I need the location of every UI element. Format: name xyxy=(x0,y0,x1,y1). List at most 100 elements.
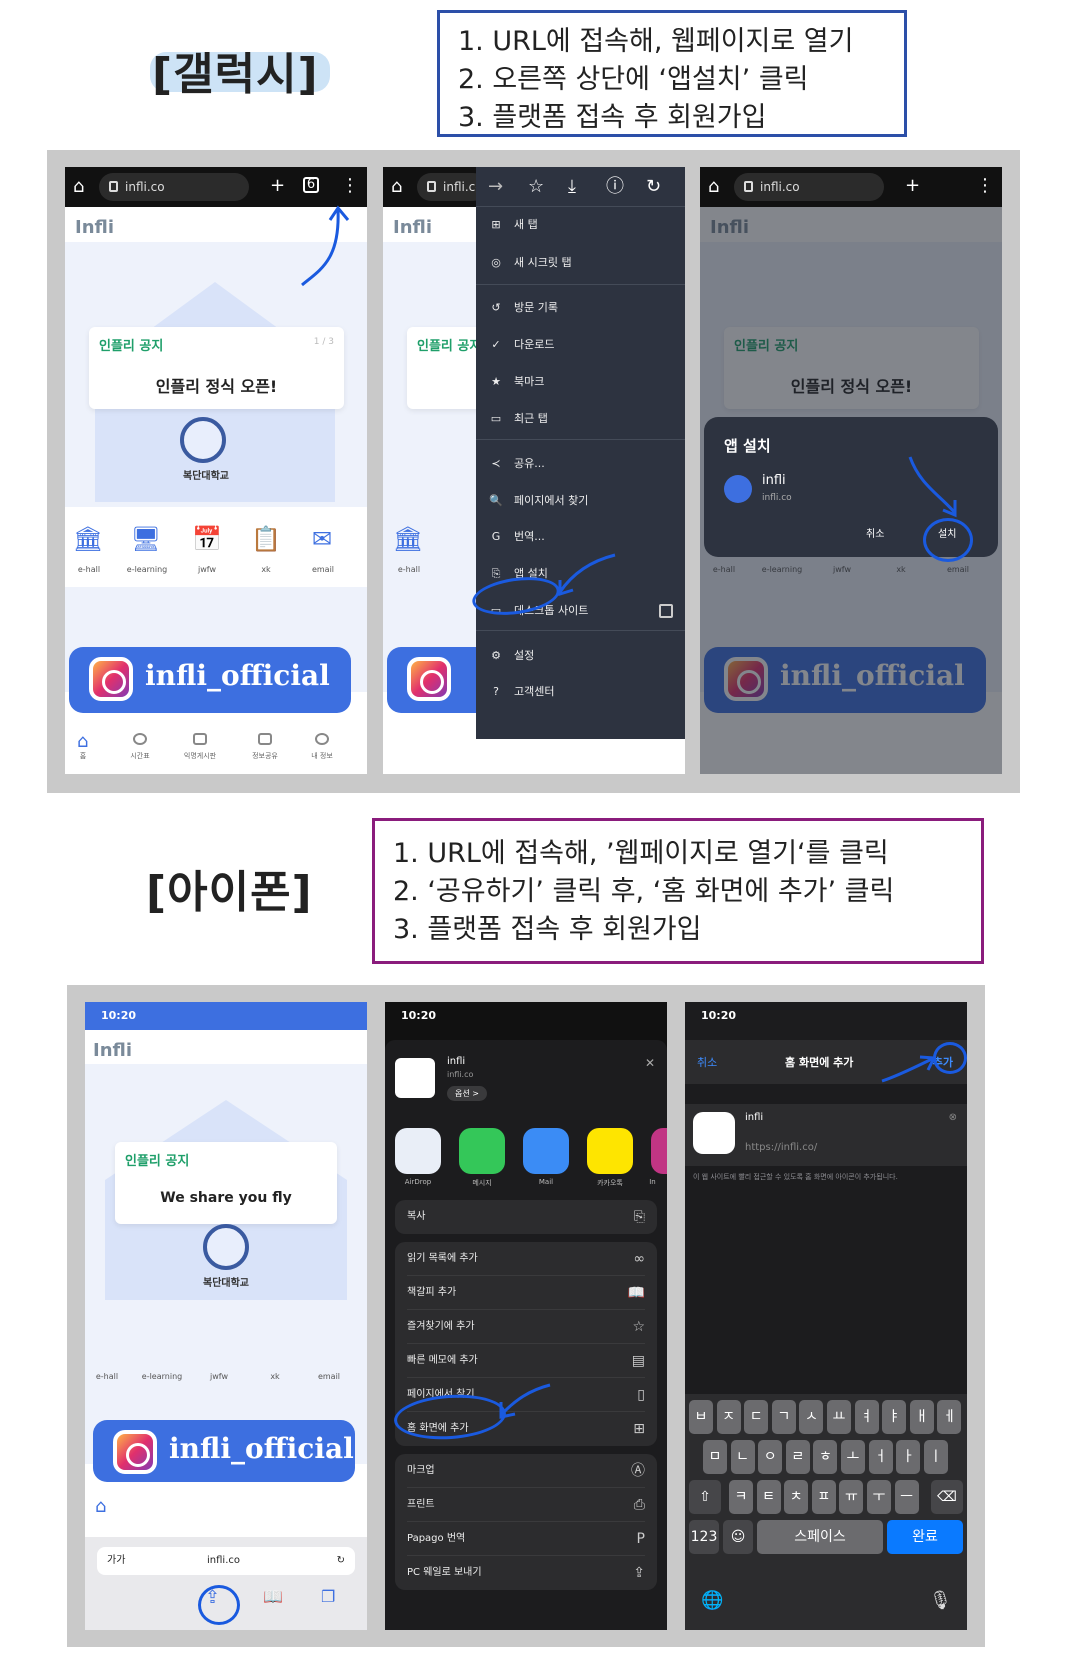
keyboard-key[interactable]: ㅕ xyxy=(854,1400,879,1434)
share-row[interactable]: 빠른 메모에 추가 ▤ xyxy=(407,1344,645,1378)
share-row[interactable]: 읽기 목록에 추가 ∞ xyxy=(407,1242,645,1276)
menu-item[interactable]: ? 고객센터 xyxy=(488,682,554,702)
airdrop-icon[interactable] xyxy=(395,1128,441,1174)
options-button[interactable]: 옵션 > xyxy=(447,1086,487,1101)
copy-action[interactable]: 복사 ⎘ xyxy=(395,1200,657,1234)
keyboard-key[interactable]: ㅏ xyxy=(896,1440,921,1474)
home-icon[interactable]: ⌂ xyxy=(73,177,84,197)
keyboard-key[interactable]: ㅜ xyxy=(867,1480,891,1514)
keyboard-key[interactable]: ㅠ xyxy=(839,1480,864,1514)
keyboard-key[interactable]: ㅂ xyxy=(689,1400,713,1434)
keyboard-key[interactable]: ㅊ xyxy=(784,1480,809,1514)
reload-icon[interactable]: ↻ xyxy=(646,177,661,197)
info-icon[interactable]: ⓘ xyxy=(606,177,624,197)
keyboard-key[interactable]: ㅁ xyxy=(703,1440,727,1474)
email-icon[interactable]: ✉ xyxy=(305,525,339,555)
numbers-key[interactable]: 123 xyxy=(689,1520,719,1554)
keyboard-key[interactable]: ㅗ xyxy=(841,1440,865,1474)
clear-icon[interactable]: ⊗ xyxy=(949,1112,957,1123)
xk-icon[interactable]: 📋 xyxy=(249,525,283,555)
menu-item[interactable]: ⚙ 설정 xyxy=(488,646,534,666)
menu-item[interactable]: ▭ 최근 탭 xyxy=(488,409,548,429)
e-hall-icon[interactable]: 🏛 xyxy=(71,525,105,555)
safari-address-bar[interactable]: 가가 infli.co ↻ xyxy=(97,1547,355,1575)
name-field[interactable]: infli xyxy=(745,1112,763,1123)
backspace-key-icon[interactable]: ⌫ xyxy=(931,1480,963,1514)
info-tab-icon[interactable] xyxy=(258,733,272,745)
microphone-icon[interactable]: 🎙 xyxy=(929,1590,952,1611)
messages-icon[interactable] xyxy=(459,1128,505,1174)
keyboard-key[interactable]: ㅈ xyxy=(716,1400,741,1434)
keyboard-key[interactable]: ㅑ xyxy=(882,1400,907,1434)
menu-item[interactable]: ≺ 공유... xyxy=(488,454,544,474)
profile-tab-icon[interactable] xyxy=(315,733,329,745)
keyboard-key[interactable]: ㅋ xyxy=(729,1480,753,1514)
bookmark-star-icon[interactable]: ☆ xyxy=(528,177,544,197)
bookmarks-icon[interactable]: 📖 xyxy=(263,1587,283,1606)
desktop-site-checkbox[interactable] xyxy=(659,604,673,618)
home-icon[interactable]: ⌂ xyxy=(708,177,719,197)
share-row[interactable]: PC 웨일로 보내기 ⇪ xyxy=(407,1556,645,1590)
keyboard-key[interactable]: ㄷ xyxy=(744,1400,769,1434)
menu-item[interactable]: G 번역... xyxy=(488,527,545,547)
keyboard-key[interactable]: ㄴ xyxy=(730,1440,755,1474)
new-tab-icon[interactable]: + xyxy=(270,176,285,196)
done-key[interactable]: 완료 xyxy=(887,1520,963,1554)
mail-icon[interactable] xyxy=(523,1128,569,1174)
jwfw-icon[interactable]: 📅 xyxy=(190,525,224,555)
share-row[interactable]: 책갈피 추가 📖 xyxy=(407,1276,645,1310)
keyboard-key[interactable]: ㅇ xyxy=(758,1440,783,1474)
url-bar[interactable]: infli.co xyxy=(734,173,884,201)
instagram-banner[interactable]: infli_official xyxy=(93,1420,355,1482)
menu-item[interactable]: ◎ 새 시크릿 탭 xyxy=(488,253,571,273)
menu-item[interactable]: ✓ 다운로드 xyxy=(488,335,554,355)
cancel-button[interactable]: 취소 xyxy=(697,1054,717,1070)
keyboard-key[interactable]: ㅅ xyxy=(799,1400,824,1434)
menu-item[interactable]: ★ 북마크 xyxy=(488,372,544,392)
instagram-banner[interactable]: infli_official xyxy=(69,647,351,713)
menu-item[interactable]: ↺ 방문 기록 xyxy=(488,298,558,318)
menu-item[interactable]: 🔍 페이지에서 찾기 xyxy=(488,491,588,511)
keyboard-key[interactable]: ㅣ xyxy=(923,1440,948,1474)
keyboard-key[interactable]: ㅍ xyxy=(811,1480,836,1514)
e-hall-icon[interactable]: 🏛 xyxy=(391,525,425,555)
space-key[interactable]: 스페이스 xyxy=(757,1520,883,1554)
timetable-tab-icon[interactable] xyxy=(133,733,147,745)
shift-key-icon[interactable]: ⇧ xyxy=(689,1480,721,1514)
globe-icon[interactable]: 🌐 xyxy=(701,1590,723,1611)
reader-aa-button[interactable]: 가가 xyxy=(107,1547,125,1575)
keyboard-key[interactable]: ㅓ xyxy=(868,1440,893,1474)
notice-card[interactable]: 인플리 공지 1 / 3 인플리 정식 오픈! xyxy=(89,327,344,409)
more-menu-icon[interactable]: ⋮ xyxy=(341,176,359,196)
download-icon[interactable]: ⤓ xyxy=(568,177,576,197)
board-tab-icon[interactable] xyxy=(193,733,207,745)
keyboard-key[interactable]: ㅐ xyxy=(909,1400,934,1434)
keyboard-key[interactable]: ㅔ xyxy=(937,1400,962,1434)
tabs-icon[interactable]: ❐ xyxy=(321,1587,335,1606)
home-tab-icon[interactable]: ⌂ xyxy=(95,1496,106,1517)
menu-item[interactable]: ⊞ 새 탭 xyxy=(488,215,537,235)
e-learning-icon[interactable]: 🖥 xyxy=(129,525,163,555)
new-tab-icon[interactable]: + xyxy=(905,176,920,196)
keyboard-key[interactable]: ㅎ xyxy=(813,1440,838,1474)
keyboard-key[interactable]: ㄱ xyxy=(771,1400,796,1434)
cancel-button[interactable]: 취소 xyxy=(866,525,884,540)
more-menu-icon[interactable]: ⋮ xyxy=(976,176,994,196)
reload-icon[interactable]: ↻ xyxy=(337,1547,345,1575)
forward-icon[interactable]: → xyxy=(488,177,503,197)
close-icon[interactable]: ✕ xyxy=(645,1056,655,1070)
share-row[interactable]: 프린트 ⎙ xyxy=(407,1488,645,1522)
home-tab-icon[interactable]: ⌂ xyxy=(77,731,88,752)
emoji-key-icon[interactable]: ☺ xyxy=(723,1520,753,1554)
keyboard-key[interactable]: ㄹ xyxy=(785,1440,810,1474)
tabs-count-icon[interactable]: 6 xyxy=(303,177,319,193)
home-icon[interactable]: ⌂ xyxy=(391,177,402,197)
kakaotalk-icon[interactable] xyxy=(587,1128,633,1174)
url-bar[interactable]: infli.co xyxy=(99,173,249,201)
share-row[interactable]: 마크업 Ⓐ xyxy=(407,1454,645,1488)
keyboard-key[interactable]: ㅛ xyxy=(827,1400,851,1434)
keyboard-key[interactable]: ㅌ xyxy=(756,1480,781,1514)
instagram-icon[interactable] xyxy=(651,1128,667,1174)
share-row[interactable]: Papago 번역 P xyxy=(407,1522,645,1556)
keyboard-key[interactable]: ㅡ xyxy=(894,1480,919,1514)
